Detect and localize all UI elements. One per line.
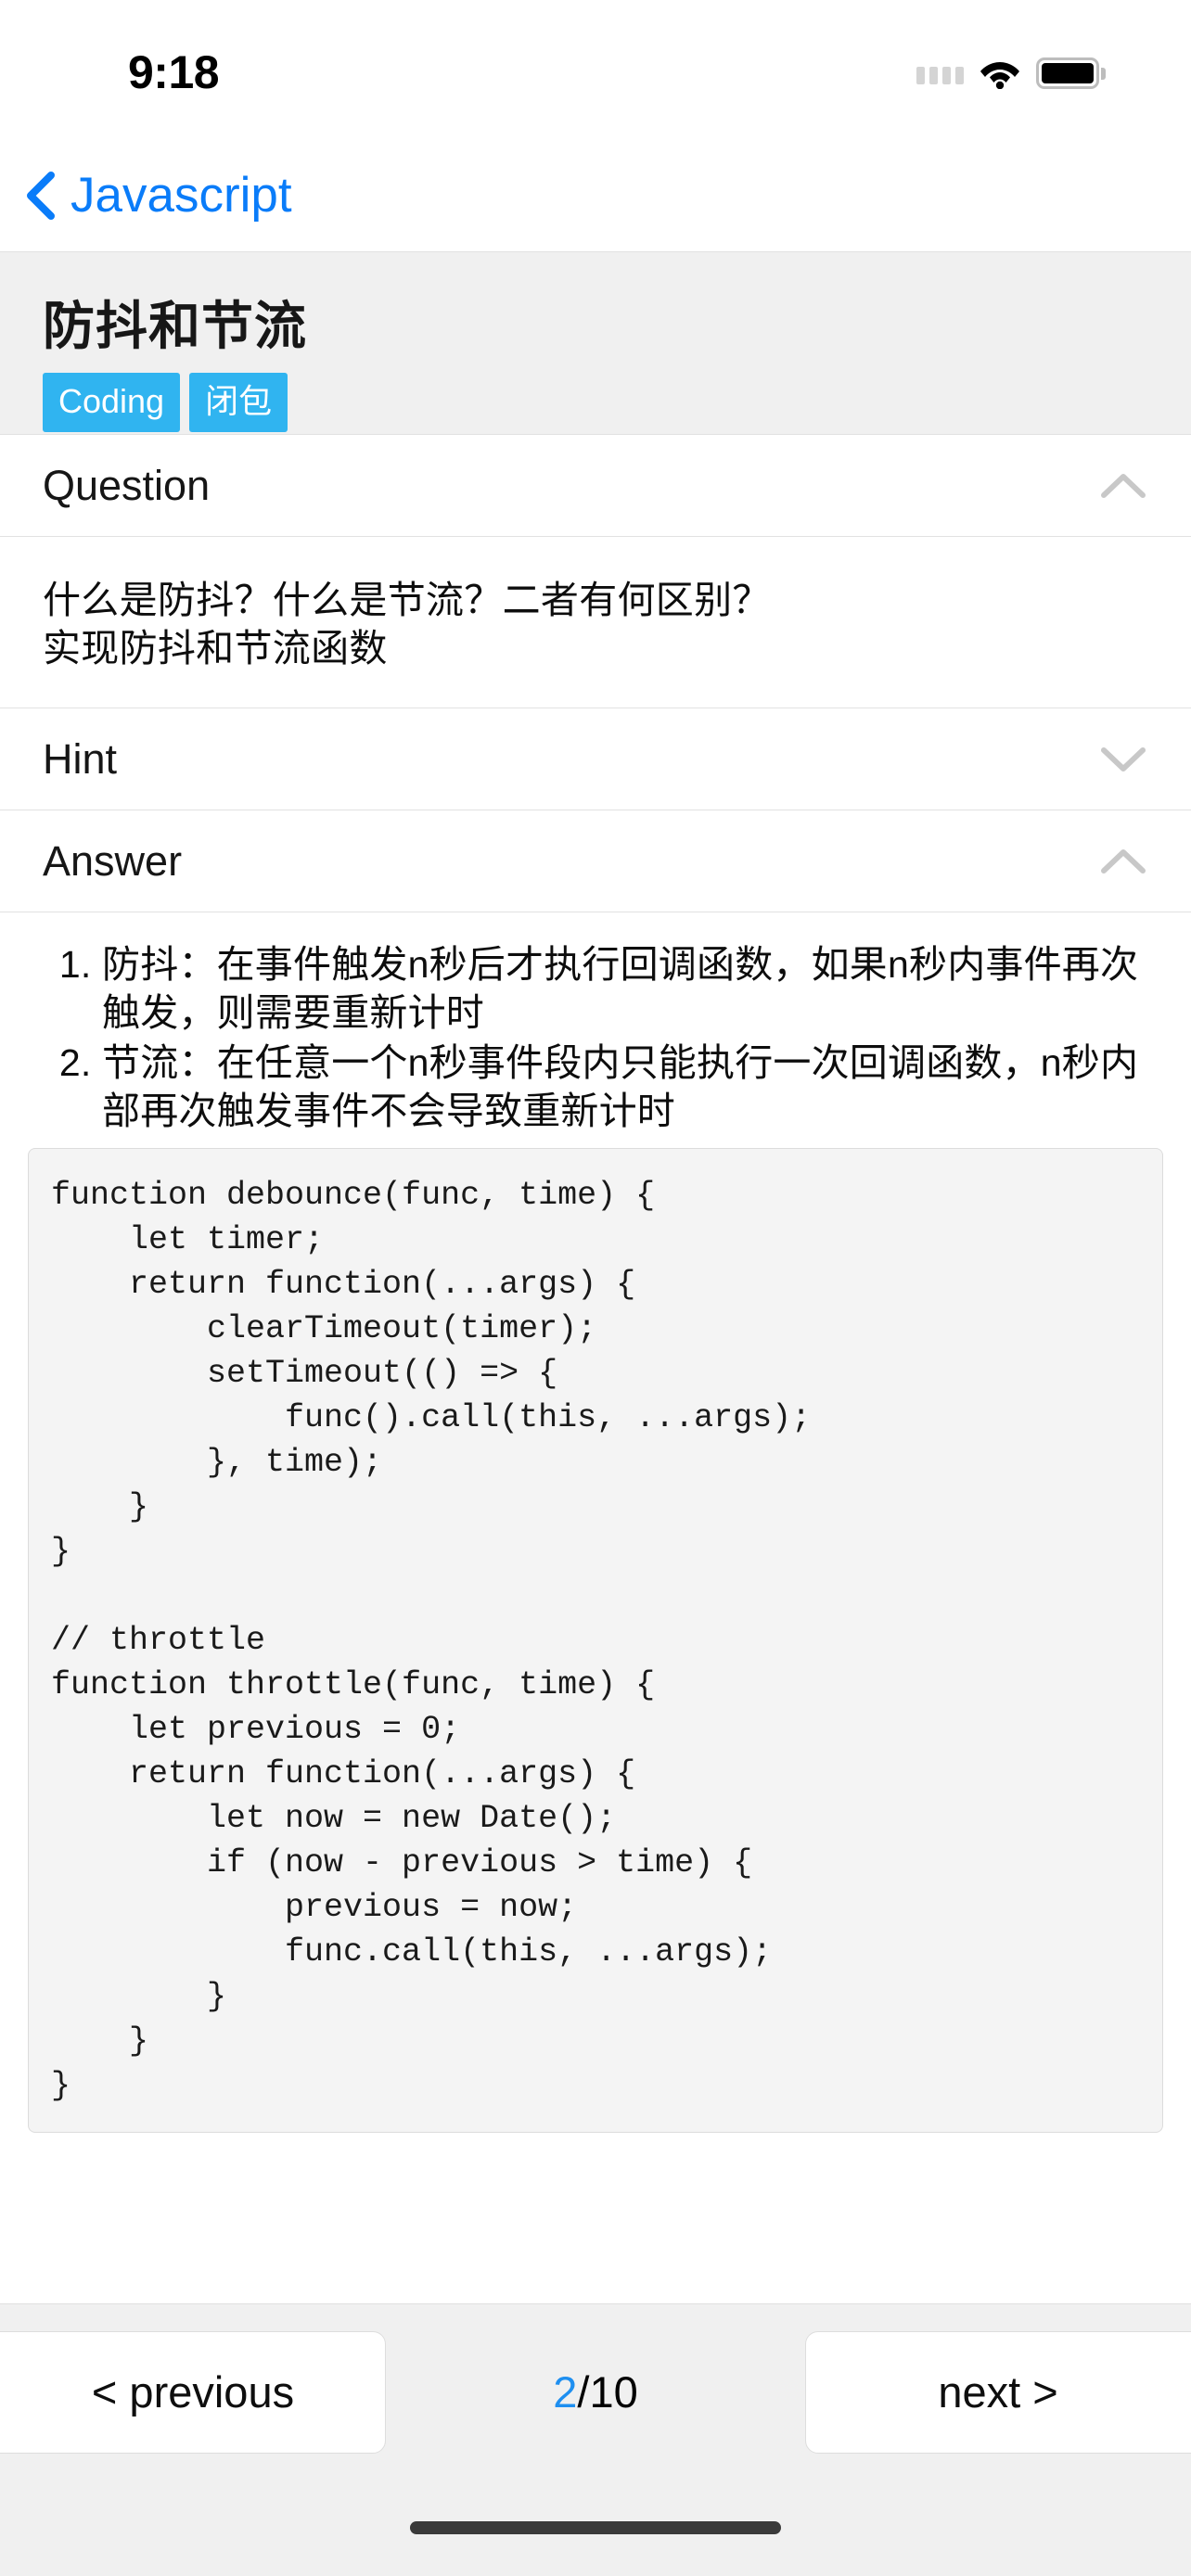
section-body-answer: 防抖：在事件触发n秒后才执行回调函数，如果n秒内事件再次触发，则需要重新计时 节… <box>0 912 1191 2303</box>
home-indicator-area <box>0 2480 1191 2576</box>
app-screen: 9:18 Javascript 防抖和节流 Coding 闭包 Question… <box>0 0 1191 2576</box>
page-indicator: 2/10 <box>553 2367 637 2417</box>
answer-list: 防抖：在事件触发n秒后才执行回调函数，如果n秒内事件再次触发，则需要重新计时 节… <box>50 940 1163 1135</box>
status-bar-indicators <box>916 50 1106 96</box>
chevron-down-icon[interactable] <box>1100 746 1146 773</box>
back-button[interactable]: Javascript <box>24 168 292 223</box>
total-page-count: /10 <box>577 2366 638 2417</box>
question-line-1: 什么是防抖？什么是节流？二者有何区别？ <box>43 579 771 621</box>
wifi-icon <box>980 62 1019 89</box>
section-header-hint[interactable]: Hint <box>0 708 1191 810</box>
section-title-question: Question <box>43 461 211 509</box>
section-title-hint: Hint <box>43 734 118 783</box>
chevron-up-icon[interactable] <box>1100 848 1146 875</box>
list-item: 防抖：在事件触发n秒后才执行回调函数，如果n秒内事件再次触发，则需要重新计时 <box>102 940 1163 1037</box>
list-item: 节流：在任意一个n秒事件段内只能执行一次回调函数，n秒内部再次触发事件不会导致重… <box>102 1039 1163 1135</box>
section-header-question[interactable]: Question <box>0 434 1191 536</box>
status-bar-time: 9:18 <box>128 46 220 98</box>
pager-bar: < previous 2/10 next > <box>0 2303 1191 2480</box>
status-bar: 9:18 <box>0 0 1191 139</box>
home-indicator[interactable] <box>410 2521 781 2534</box>
previous-button[interactable]: < previous <box>0 2330 386 2454</box>
question-line-2: 实现防抖和节流函数 <box>43 627 388 670</box>
current-page-number: 2 <box>553 2366 578 2417</box>
signal-dots-icon <box>916 60 964 86</box>
next-button[interactable]: next > <box>804 2330 1191 2454</box>
tag-closure[interactable]: 闭包 <box>189 373 288 432</box>
back-button-label: Javascript <box>70 167 292 223</box>
question-header: 防抖和节流 Coding 闭包 <box>0 252 1191 434</box>
page-title: 防抖和节流 <box>43 297 307 355</box>
battery-icon <box>1036 57 1106 89</box>
navigation-bar: Javascript <box>0 139 1191 252</box>
section-body-question: 什么是防抖？什么是节流？二者有何区别？ 实现防抖和节流函数 <box>0 536 1191 708</box>
section-title-answer: Answer <box>43 836 183 885</box>
section-header-answer[interactable]: Answer <box>0 810 1191 912</box>
chevron-up-icon[interactable] <box>1100 472 1146 500</box>
tag-coding[interactable]: Coding <box>43 373 181 432</box>
chevron-left-icon <box>27 171 55 220</box>
code-block: function debounce(func, time) { let time… <box>28 1148 1163 2133</box>
tag-list: Coding 闭包 <box>43 373 1191 432</box>
